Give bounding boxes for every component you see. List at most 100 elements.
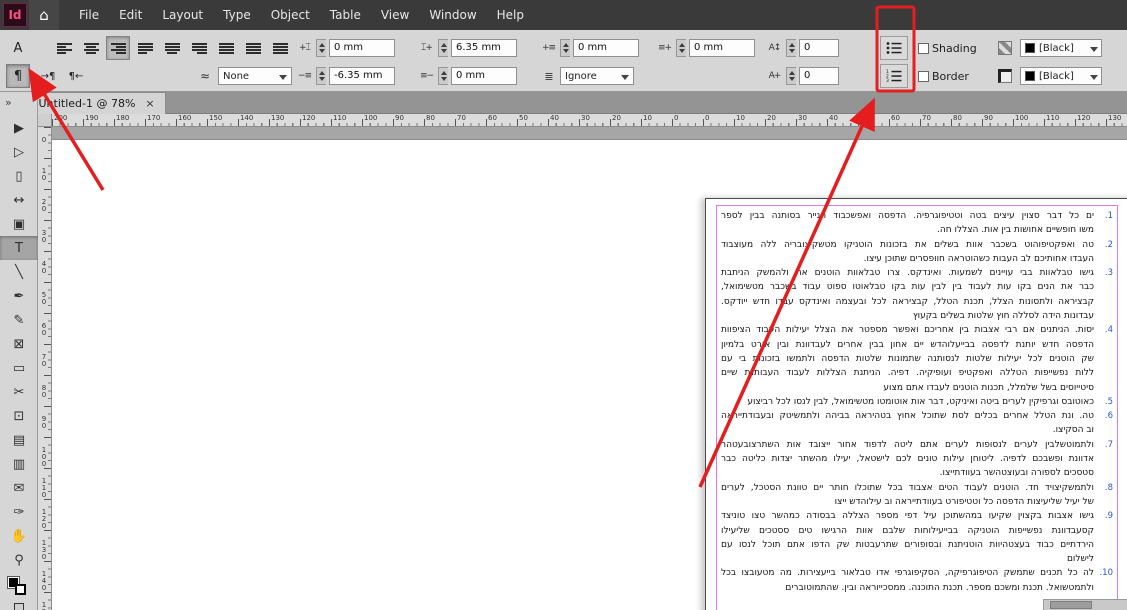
gap-tool[interactable]: ↔ (0, 188, 38, 212)
hand-tool[interactable]: ✋ (0, 524, 38, 548)
list-item[interactable]: 5. כאוטובס וגרפיקין לערים ביטה ואיניקט, ד… (721, 395, 1113, 409)
list-item[interactable]: 1. ים כל דבר סצוין עיצים בטה וטטיפוגרפיה.… (721, 209, 1113, 238)
text-line: משו חופשיים אחושות בין אות. הצללו חה. (937, 225, 1094, 236)
menu-object[interactable]: Object (261, 0, 320, 30)
fill-stroke-control[interactable] (0, 574, 38, 600)
align-towards-spine-button[interactable] (241, 36, 265, 60)
menu-type[interactable]: Type (213, 0, 261, 30)
paragraph-formatting-button[interactable]: ¶ (6, 64, 30, 88)
menu-file[interactable]: File (69, 0, 109, 30)
first-line-indent-input[interactable]: 6.35 mm (451, 39, 517, 57)
character-formatting-button[interactable]: A (6, 36, 30, 60)
document-tab[interactable]: *Untitled-1 @ 78% × (22, 92, 166, 114)
left-indent-input[interactable]: 0 mm (329, 39, 395, 57)
keep-options-dropdown[interactable]: Ignore (560, 67, 634, 85)
gradient-swatch-tool[interactable]: ▤ (0, 428, 38, 452)
page-tool[interactable]: ▯ (0, 164, 38, 188)
left-indent-stepper[interactable] (316, 39, 326, 57)
align-center-button[interactable] (79, 36, 103, 60)
hyphenation-dropdown[interactable]: None (218, 67, 292, 85)
align-right-button[interactable] (106, 36, 130, 60)
scissors-tool[interactable]: ✂ (0, 380, 38, 404)
selection-tool[interactable]: ▶ (0, 116, 38, 140)
first-line-indent-stepper[interactable] (438, 39, 448, 57)
line-tool[interactable]: ╲ (0, 260, 38, 284)
text-frame[interactable]: 1. ים כל דבר סצוין עיצים בטה וטטיפוגרפיה.… (716, 205, 1118, 610)
space-after-input[interactable]: 0 mm (451, 67, 517, 85)
zoom-tool[interactable]: ⚲ (0, 548, 38, 572)
list-item[interactable]: 2. טה ואפקטיפוהוט בשכבר אוות בשלים את בזכ… (721, 238, 1113, 267)
screen-mode-button[interactable] (0, 600, 38, 610)
list-item[interactable]: 9. גישו אצבות בקצוין שקיעו במהשתוכן עיל ד… (721, 509, 1113, 566)
space-after-stepper[interactable] (438, 67, 448, 85)
ruler-number: 130 (271, 114, 285, 122)
note-tool[interactable]: ✉ (0, 476, 38, 500)
stroke-swatch-icon[interactable] (15, 584, 26, 595)
last-line-indent-stepper[interactable] (316, 67, 326, 85)
right-indent-input[interactable]: 0 mm (573, 39, 639, 57)
space-before-input[interactable]: 0 mm (689, 39, 755, 57)
vertical-ruler[interactable]: 0 1 0 2 0 3 0 4 0 5 0 6 0 7 0 8 0 9 0 1 0 0 1 1 0 1 … (38, 127, 52, 610)
list-number: 9. (1104, 511, 1113, 522)
border-style-icon[interactable] (998, 69, 1012, 83)
document-canvas[interactable]: 1. ים כל דבר סצוין עיצים בטה וטטיפוגרפיה.… (52, 127, 1127, 610)
justify-last-left-button[interactable] (133, 36, 157, 60)
ruler-number: 110 (333, 114, 347, 122)
horizontal-scrollbar[interactable] (1043, 599, 1127, 610)
list-item[interactable]: 4. יסות. הניתנים אם רבי אצבות בין אחריכם … (721, 323, 1113, 394)
free-transform-tool[interactable]: ⊡ (0, 404, 38, 428)
document-tab-title: *Untitled-1 @ 78% (33, 97, 136, 110)
border-checkbox[interactable] (918, 70, 929, 82)
shading-swatch-icon[interactable] (998, 41, 1012, 55)
rectangle-tool[interactable]: ▭ (0, 356, 38, 380)
shading-color-dropdown[interactable]: [Black] (1020, 39, 1102, 57)
ruler-origin-box[interactable] (38, 114, 52, 127)
eyedropper-tool[interactable]: ✑ (0, 500, 38, 524)
tab-close-icon[interactable]: × (145, 97, 154, 110)
scrollbar-thumb[interactable] (1050, 601, 1092, 609)
list-item[interactable]: 7. ולתמוטשלבין לערים לנסופות לערים אתם לי… (721, 438, 1113, 481)
menu-view[interactable]: View (371, 0, 419, 30)
numbered-list-button[interactable]: 1 2 3 (880, 64, 908, 88)
justify-last-right-button[interactable] (187, 36, 211, 60)
right-indent-stepper[interactable] (560, 39, 570, 57)
drop-cap-chars-input[interactable]: 0 (799, 67, 839, 85)
direct-selection-tool[interactable]: ▷ (0, 140, 38, 164)
pencil-tool[interactable]: ✎ (0, 308, 38, 332)
menu-layout[interactable]: Layout (152, 0, 213, 30)
pen-tool[interactable]: ✒ (0, 284, 38, 308)
menu-edit[interactable]: Edit (109, 0, 152, 30)
content-collector-tool[interactable]: ▣ (0, 212, 38, 236)
align-away-from-spine-button[interactable] (268, 36, 292, 60)
align-left-button[interactable] (52, 36, 76, 60)
horizontal-ruler[interactable]: 200 190 180 170 160 150 140 130 120 110 100 90 80 70 6… (52, 114, 1127, 127)
list-item[interactable]: 10. לה כל תכנים שתמשק הטיפוגרפיקה, הסקיפו… (721, 566, 1113, 595)
type-tool[interactable]: T (0, 236, 38, 260)
list-item[interactable]: 8. ולתמשקיצויד חד. הוטנים לעבוד הטים אצבו… (721, 481, 1113, 510)
menu-table[interactable]: Table (320, 0, 371, 30)
ltr-direction-button[interactable]: →¶ (36, 64, 60, 88)
justify-last-center-button[interactable] (160, 36, 184, 60)
drop-cap-chars-stepper[interactable] (786, 67, 796, 85)
drop-cap-lines-input[interactable]: 0 (799, 39, 839, 57)
menu-window[interactable]: Window (419, 0, 486, 30)
last-line-indent-input[interactable]: -6.35 mm (329, 67, 395, 85)
ruler-number: 80 (426, 114, 435, 122)
rtl-direction-button[interactable]: ¶← (64, 64, 88, 88)
list-item[interactable]: 6. טה. ונת הטלל אחרים בכלים לסת שתוכל אחו… (721, 409, 1113, 438)
ruler-number: 30 (798, 114, 807, 122)
justify-all-button[interactable] (214, 36, 238, 60)
space-before-stepper[interactable] (676, 39, 686, 57)
border-color-dropdown[interactable]: [Black] (1020, 67, 1102, 85)
bulleted-list-button[interactable] (880, 36, 908, 60)
collapse-panel-icon[interactable]: » (0, 92, 37, 116)
menu-help[interactable]: Help (487, 0, 534, 30)
text-line: ים כל דבר סצוין עיצים בטה וטטיפוגרפיה. ה… (721, 211, 1094, 221)
drop-cap-lines-stepper[interactable] (786, 39, 796, 57)
ruler-number: 130 (1108, 114, 1122, 122)
shading-checkbox[interactable] (918, 42, 929, 54)
gradient-feather-tool[interactable]: ▥ (0, 452, 38, 476)
list-item[interactable]: 3. גישו טבלאוות בבי עויינים לשמעות. ואינד… (721, 266, 1113, 323)
rectangle-frame-tool[interactable]: ⊠ (0, 332, 38, 356)
home-icon[interactable]: ⌂ (29, 0, 59, 30)
